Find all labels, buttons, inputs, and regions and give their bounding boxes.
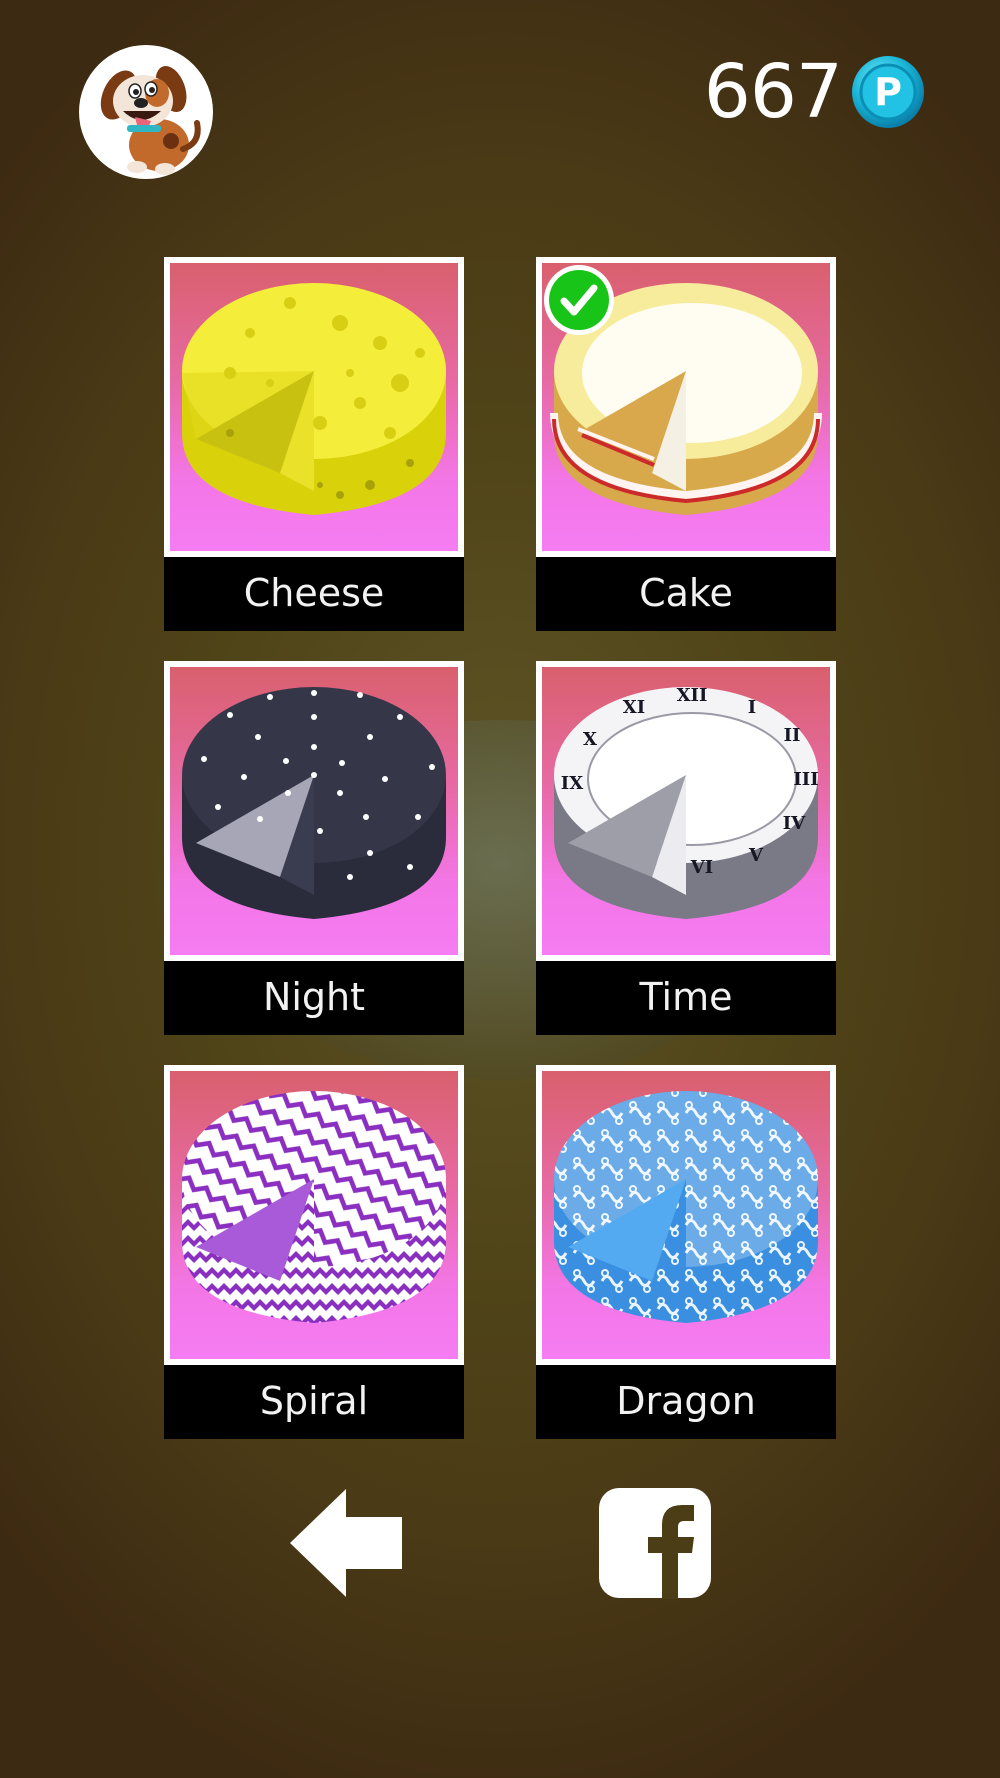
svg-text:V: V [748,845,764,866]
svg-text:XI: XI [623,697,645,718]
skin-label: Spiral [164,1365,464,1439]
skin-preview [164,257,464,557]
dog-avatar-button[interactable] [79,45,213,179]
svg-text:II: II [784,725,801,746]
facebook-icon [599,1488,711,1599]
skin-card-cheese[interactable]: Cheese [164,257,464,631]
skin-preview [536,1065,836,1365]
coin-counter: 667 P [704,52,926,132]
back-button[interactable] [288,1487,404,1599]
skin-label: Night [164,961,464,1035]
skin-preview [164,661,464,961]
p-coin-icon: P [852,56,924,128]
svg-text:XII: XII [677,685,708,706]
skin-card-time[interactable]: XII I II III IV V VI XI X IX Time [536,661,836,1035]
svg-text:X: X [583,729,597,750]
svg-text:IV: IV [783,813,806,834]
spiral-cake-icon [182,1091,446,1323]
night-cake-icon [182,687,446,919]
back-arrow-icon [290,1489,402,1597]
skin-label: Cheese [164,557,464,631]
skin-label: Cake [536,557,836,631]
svg-text:III: III [793,769,818,790]
skin-label: Dragon [536,1365,836,1439]
skin-card-dragon[interactable]: Dragon [536,1065,836,1439]
svg-text:VI: VI [690,857,713,878]
skin-card-spiral[interactable]: Spiral [164,1065,464,1439]
skin-label: Time [536,961,836,1035]
skin-preview [164,1065,464,1365]
dragon-cake-icon [554,1091,818,1323]
clock-cake-icon: XII I II III IV V VI XI X IX [554,685,819,919]
skin-preview: XII I II III IV V VI XI X IX [536,661,836,961]
svg-text:IX: IX [561,773,583,794]
facebook-share-button[interactable] [598,1487,712,1599]
svg-text:P: P [874,70,902,114]
skin-card-night[interactable]: Night [164,661,464,1035]
selected-check-icon [544,265,614,335]
dog-avatar-icon [100,65,201,175]
svg-text:I: I [748,697,756,718]
skin-card-cake[interactable]: Cake [536,257,836,631]
cheese-cake-icon [182,283,446,515]
coin-count: 667 [703,49,843,135]
